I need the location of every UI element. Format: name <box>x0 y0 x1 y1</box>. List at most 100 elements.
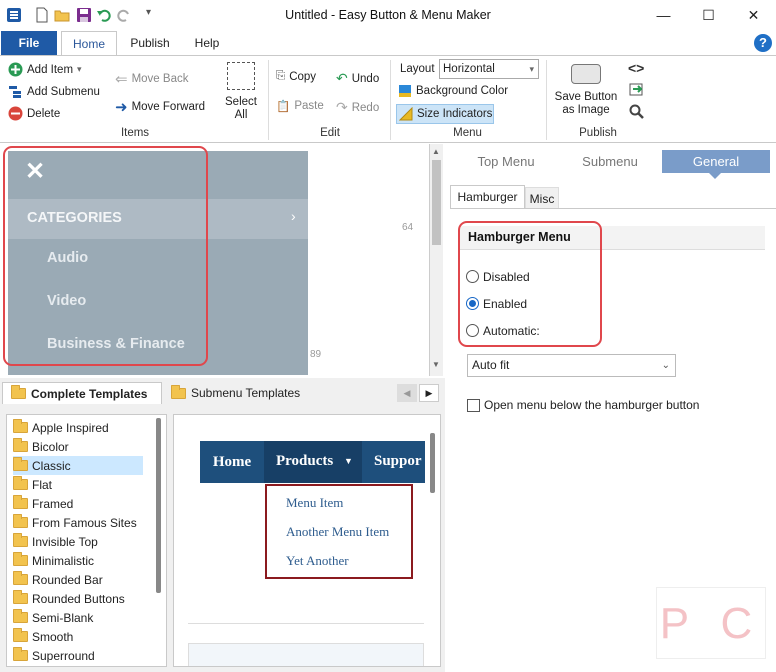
template-nav-bar: Home Products ▼ Suppor <box>200 441 425 483</box>
template-nav-products[interactable]: Products ▼ <box>264 441 362 483</box>
chevron-down-icon: ▾ <box>529 64 534 74</box>
template-item[interactable]: Framed <box>13 494 73 513</box>
separator <box>268 60 269 140</box>
delete-button[interactable]: Delete <box>8 106 60 121</box>
tab-top-menu[interactable]: Top Menu <box>459 150 553 173</box>
ribbon: Add Item ▾ Add Submenu Delete ⇐ Move Back … <box>0 55 776 143</box>
background-color-button[interactable]: Background Color <box>398 84 508 98</box>
preview-scrollbar[interactable]: ▲ ▼ <box>430 144 443 376</box>
edit-group-label: Edit <box>320 127 340 139</box>
move-forward-button[interactable]: ➜ Move Forward <box>115 98 205 116</box>
template-item[interactable]: Superround <box>13 646 95 665</box>
folder-icon <box>13 514 28 528</box>
size-indicator-64: 64 <box>402 222 414 233</box>
close-button[interactable]: ✕ <box>731 0 776 31</box>
help-icon[interactable]: ? <box>754 34 772 52</box>
export-icon[interactable] <box>629 82 644 100</box>
template-preview: Home Products ▼ Suppor Menu Item Another… <box>173 414 441 667</box>
submenu-item[interactable]: Another Menu Item <box>286 524 389 540</box>
folder-icon <box>13 438 28 452</box>
select-all-button[interactable]: Select All <box>222 62 260 122</box>
template-preview-scrollbar[interactable] <box>430 433 435 493</box>
templates-list: Apple Inspired Bicolor Classic Flat Framed Fr… <box>6 414 167 667</box>
folder-icon <box>13 647 28 661</box>
layout-label: Layout <box>400 63 435 75</box>
size-indicators-toggle[interactable]: Size Indicators <box>396 104 494 124</box>
fit-select[interactable]: Auto fit ⌄ <box>467 354 676 377</box>
template-item[interactable]: Apple Inspired <box>13 418 109 437</box>
ribbon-tabs: File Home Publish Help ? <box>0 31 776 56</box>
divider <box>188 623 424 624</box>
folder-icon <box>13 457 28 471</box>
template-item[interactable]: Rounded Bar <box>13 570 103 589</box>
next-template-preview[interactable] <box>188 643 424 666</box>
template-nav-home[interactable]: Home <box>200 441 264 483</box>
code-icon[interactable]: <> <box>628 60 644 76</box>
add-item-button[interactable]: Add Item ▾ <box>8 62 82 77</box>
highlight-box <box>3 146 208 366</box>
template-item[interactable]: From Famous Sites <box>13 513 137 532</box>
folder-icon <box>13 590 28 604</box>
redo-icon: ↷ <box>336 99 348 115</box>
folder-icon <box>13 571 28 585</box>
tab-submenu[interactable]: Submenu <box>563 150 657 173</box>
active-tab-pointer <box>709 173 721 179</box>
tab-scroll-right-icon[interactable]: ▶ <box>419 384 439 402</box>
save-button-as-image[interactable]: Save Button as Image <box>552 64 620 117</box>
template-submenu: Menu Item Another Menu Item Yet Another <box>265 484 413 579</box>
chevron-down-icon: ▼ <box>344 456 353 466</box>
undo-icon: ↶ <box>336 70 348 86</box>
tab-scroll-left-icon[interactable]: ◀ <box>397 384 417 402</box>
template-item[interactable]: Invisible Top <box>13 532 98 551</box>
folder-icon <box>13 628 28 642</box>
template-item[interactable]: Minimalistic <box>13 551 94 570</box>
maximize-button[interactable]: ☐ <box>686 0 731 31</box>
title-bar: ▾ Untitled - Easy Button & Menu Maker — … <box>0 0 776 31</box>
copy-button[interactable]: ⎘ Copy <box>276 70 316 83</box>
template-nav-support[interactable]: Suppor <box>374 453 422 470</box>
scrollbar-thumb[interactable] <box>432 160 441 245</box>
copy-icon: ⎘ <box>276 70 286 82</box>
folder-icon <box>13 533 28 547</box>
scroll-down-icon[interactable]: ▼ <box>432 360 440 369</box>
add-submenu-button[interactable]: Add Submenu <box>8 84 100 99</box>
arrow-left-icon: ⇐ <box>115 71 128 88</box>
add-icon <box>8 62 23 77</box>
highlight-box <box>458 221 602 347</box>
watermark-logo: P C <box>656 587 766 659</box>
tab-complete-templates[interactable]: Complete Templates <box>2 382 162 404</box>
paste-button[interactable]: 📋 Paste <box>276 99 324 113</box>
tab-hamburger[interactable]: Hamburger <box>450 185 525 209</box>
ruler-icon <box>399 107 413 121</box>
template-item[interactable]: Flat <box>13 475 52 494</box>
submenu-item[interactable]: Menu Item <box>286 495 343 511</box>
redo-button[interactable]: ↷ Redo <box>336 99 379 116</box>
template-item[interactable]: Classic <box>13 456 143 475</box>
folder-icon <box>13 495 28 509</box>
chevron-down-icon: ⌄ <box>661 360 670 371</box>
tab-file[interactable]: File <box>1 31 57 55</box>
undo-button[interactable]: ↶ Undo <box>336 70 379 87</box>
tab-home[interactable]: Home <box>61 31 117 56</box>
checkbox-icon <box>467 398 480 412</box>
tab-help[interactable]: Help <box>182 31 232 55</box>
template-item[interactable]: Bicolor <box>13 437 69 456</box>
submenu-item[interactable]: Yet Another <box>286 553 349 569</box>
open-below-checkbox[interactable]: Open menu below the hamburger button <box>467 398 699 412</box>
template-item[interactable]: Smooth <box>13 627 73 646</box>
scroll-up-icon[interactable]: ▲ <box>432 147 440 156</box>
minimize-button[interactable]: — <box>641 0 686 31</box>
template-item[interactable]: Semi-Blank <box>13 608 93 627</box>
tab-submenu-templates[interactable]: Submenu Templates <box>165 382 335 404</box>
search-icon[interactable] <box>629 104 644 122</box>
tab-publish[interactable]: Publish <box>122 31 178 55</box>
move-back-button[interactable]: ⇐ Move Back <box>115 70 188 88</box>
folder-icon <box>13 419 28 433</box>
templates-list-scrollbar[interactable] <box>156 418 161 593</box>
template-item[interactable]: Rounded Buttons <box>13 589 125 608</box>
select-all-icon <box>227 62 255 90</box>
tab-general[interactable]: General <box>662 150 770 173</box>
tab-misc[interactable]: Misc <box>525 187 559 209</box>
layout-select[interactable]: Horizontal ▾ <box>439 59 539 79</box>
button-image-icon <box>571 64 601 84</box>
